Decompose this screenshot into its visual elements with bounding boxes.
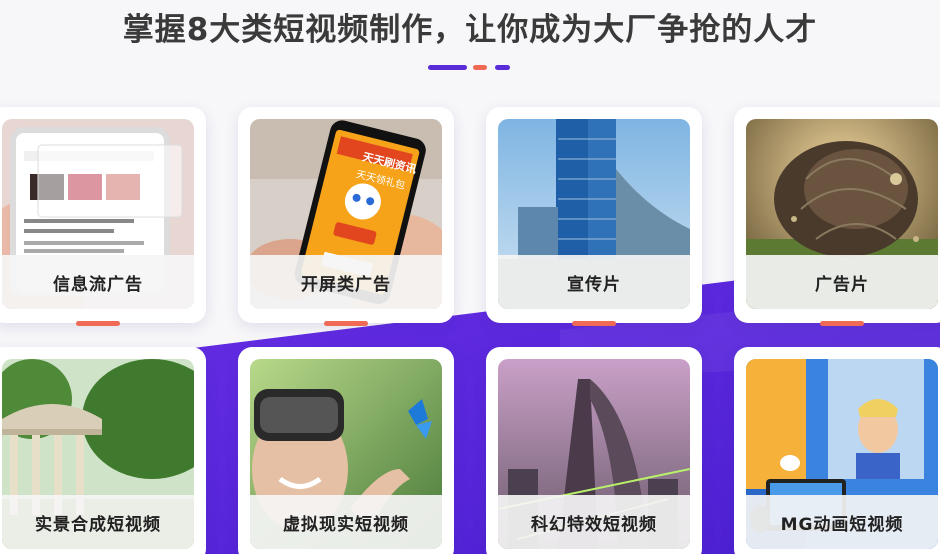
card-label: 科幻特效短视频 — [531, 514, 657, 535]
card-label: MG动画短视频 — [780, 514, 904, 535]
card-label-bar: MG动画短视频 — [746, 495, 938, 549]
page-title: 掌握8大类短视频制作，让你成为大厂争抢的人才 — [122, 12, 818, 48]
card-label-bar: 虚拟现实短视频 — [250, 495, 442, 549]
card-mg-animation[interactable]: MG动画短视频 — [734, 347, 940, 554]
card-commercial[interactable]: 广告片 — [734, 107, 940, 326]
card-promo-video[interactable]: 宣传片 — [486, 107, 702, 326]
card-label-bar: 宣传片 — [498, 255, 690, 309]
card-scifi-vfx[interactable]: 科幻特效短视频 — [486, 347, 702, 554]
card-label-bar: 实景合成短视频 — [2, 495, 194, 549]
card-accent-underline — [820, 321, 864, 326]
card-label: 广告片 — [815, 274, 869, 295]
card-label-bar: 开屏类广告 — [250, 255, 442, 309]
title-accent-bar — [428, 65, 467, 70]
card-feed-ad[interactable]: 信息流广告 — [0, 107, 206, 326]
card-label: 信息流广告 — [53, 274, 143, 295]
card-vr-video[interactable]: 虚拟现实短视频 — [238, 347, 454, 554]
card-label-bar: 科幻特效短视频 — [498, 495, 690, 549]
card-accent-underline — [324, 321, 368, 326]
card-label: 宣传片 — [567, 274, 621, 295]
card-label: 虚拟现实短视频 — [283, 514, 409, 535]
card-accent-underline — [572, 321, 616, 326]
card-label-bar: 信息流广告 — [2, 255, 194, 309]
card-label: 实景合成短视频 — [35, 514, 161, 535]
title-accent-dot — [473, 65, 487, 70]
card-label-bar: 广告片 — [746, 255, 938, 309]
card-live-composite[interactable]: 实景合成短视频 — [0, 347, 206, 554]
title-accent-bar — [495, 65, 510, 70]
card-splash-ad[interactable]: 天天刷资讯 天天领礼包 开屏类广告 — [238, 107, 454, 326]
card-label: 开屏类广告 — [301, 274, 391, 295]
card-accent-underline — [76, 321, 120, 326]
